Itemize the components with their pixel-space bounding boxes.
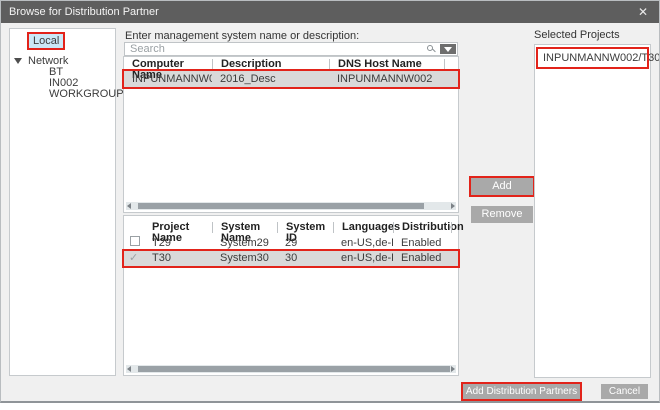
selected-project-item[interactable]: INPUNMANNW002/T30	[538, 49, 647, 67]
header-spacer	[124, 222, 144, 233]
projects-hscroll-thumb[interactable]	[138, 366, 450, 372]
col-distribution[interactable]: Distribution	[393, 222, 451, 233]
search-dropdown-button[interactable]	[440, 44, 456, 54]
cell-languages: en-US,de-DE	[333, 251, 393, 266]
cell-distribution: Enabled	[393, 251, 451, 266]
selected-projects-list: INPUNMANNW002/T30	[534, 44, 651, 378]
cell-project-name: T30	[144, 251, 212, 266]
projects-table: Project Name System Name System ID Langu…	[123, 215, 459, 376]
check-icon[interactable]: ✓	[129, 252, 138, 264]
expander-down-icon[interactable]	[14, 58, 22, 64]
cell-system-name: System29	[212, 236, 277, 251]
cell-computer-name: INPUNMANNW002	[124, 72, 212, 87]
projects-table-header: Project Name System Name System ID Langu…	[124, 216, 458, 236]
computer-row-inpunmannw002[interactable]: INPUNMANNW002 2016_Desc INPUNMANNW002	[124, 71, 458, 87]
header-spacer	[451, 222, 460, 233]
remove-button[interactable]: Remove	[471, 206, 533, 223]
tree-item-workgroup[interactable]: WORKGROUP	[49, 89, 124, 100]
header-spacer	[444, 59, 458, 70]
tree-item-network[interactable]: Network	[14, 55, 68, 66]
chevron-down-icon	[444, 47, 452, 52]
scroll-left-icon[interactable]	[127, 366, 131, 372]
close-icon[interactable]: ✕	[633, 1, 653, 23]
scroll-right-icon[interactable]	[451, 203, 455, 209]
col-description[interactable]: Description	[212, 59, 329, 70]
col-system-id[interactable]: System ID	[277, 222, 333, 233]
computers-table: Computer Name Description DNS Host Name …	[123, 56, 459, 213]
cell-system-name: System30	[212, 251, 277, 266]
browse-distribution-partner-dialog: Browse for Distribution Partner ✕ Local …	[0, 0, 660, 403]
col-project-name[interactable]: Project Name	[144, 222, 212, 233]
cell-description: 2016_Desc	[212, 72, 329, 87]
tree-item-local[interactable]: Local	[29, 34, 63, 48]
project-row-t29[interactable]: T29 System29 29 en-US,de-DE Enabled	[124, 236, 458, 251]
add-distribution-partners-button[interactable]: Add Distribution Partners	[463, 384, 580, 399]
scroll-left-icon[interactable]	[127, 203, 131, 209]
cancel-button[interactable]: Cancel	[601, 384, 648, 399]
scroll-right-icon[interactable]	[451, 366, 455, 372]
cell-languages: en-US,de-DE	[333, 236, 393, 251]
computers-table-header: Computer Name Description DNS Host Name	[124, 57, 458, 71]
search-placeholder: Search	[130, 43, 165, 55]
project-row-t30[interactable]: ✓ T30 System30 30 en-US,de-DE Enabled	[124, 251, 458, 266]
search-input[interactable]: Search	[124, 42, 458, 56]
cell-project-name: T29	[144, 236, 212, 251]
location-tree-panel: Local Network BT IN002 WORKGROUP	[9, 28, 116, 376]
checkbox-unchecked[interactable]	[130, 236, 140, 246]
cell-dns-host-name: INPUNMANNW002	[329, 72, 444, 87]
col-dns-host-name[interactable]: DNS Host Name	[329, 59, 444, 70]
col-computer-name[interactable]: Computer Name	[124, 59, 212, 70]
projects-table-hscrollbar[interactable]	[126, 365, 456, 373]
cell-system-id: 30	[277, 251, 333, 266]
add-button[interactable]: Add	[471, 178, 533, 195]
computers-table-hscrollbar[interactable]	[126, 202, 456, 210]
cell-system-id: 29	[277, 236, 333, 251]
computers-hscroll-thumb[interactable]	[138, 203, 424, 209]
window-title: Browse for Distribution Partner	[9, 1, 159, 23]
col-system-name[interactable]: System Name	[212, 222, 277, 233]
search-label: Enter management system name or descript…	[125, 30, 359, 42]
search-icon	[427, 45, 435, 53]
selected-projects-label: Selected Projects	[534, 29, 620, 41]
cell-distribution: Enabled	[393, 236, 451, 251]
title-bar: Browse for Distribution Partner ✕	[1, 1, 659, 23]
col-languages[interactable]: Languages	[333, 222, 393, 233]
